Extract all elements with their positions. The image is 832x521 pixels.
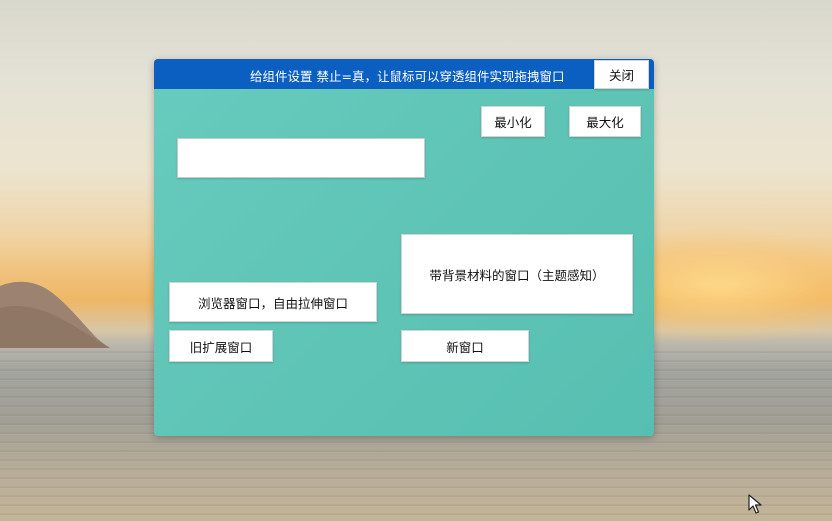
material-window-button[interactable]: 带背景材料的窗口（主题感知） [401, 234, 633, 314]
minimize-button[interactable]: 最小化 [481, 106, 545, 137]
hill-silhouette [0, 278, 110, 348]
legacy-extended-window-button[interactable]: 旧扩展窗口 [169, 330, 273, 362]
browser-window-button[interactable]: 浏览器窗口，自由拉伸窗口 [169, 282, 377, 322]
new-window-button[interactable]: 新窗口 [401, 330, 529, 362]
text-input[interactable] [177, 138, 425, 178]
title-bar[interactable]: 给组件设置 禁止=真，让鼠标可以穿透组件实现拖拽窗口 关闭 [154, 59, 654, 89]
mouse-pointer-icon [748, 494, 764, 514]
app-window: 给组件设置 禁止=真，让鼠标可以穿透组件实现拖拽窗口 关闭 最小化 最大化 带背… [154, 59, 654, 436]
close-button[interactable]: 关闭 [594, 60, 649, 89]
maximize-button[interactable]: 最大化 [569, 106, 641, 137]
window-title: 给组件设置 禁止=真，让鼠标可以穿透组件实现拖拽窗口 [250, 69, 565, 84]
desktop: 给组件设置 禁止=真，让鼠标可以穿透组件实现拖拽窗口 关闭 最小化 最大化 带背… [0, 0, 832, 521]
